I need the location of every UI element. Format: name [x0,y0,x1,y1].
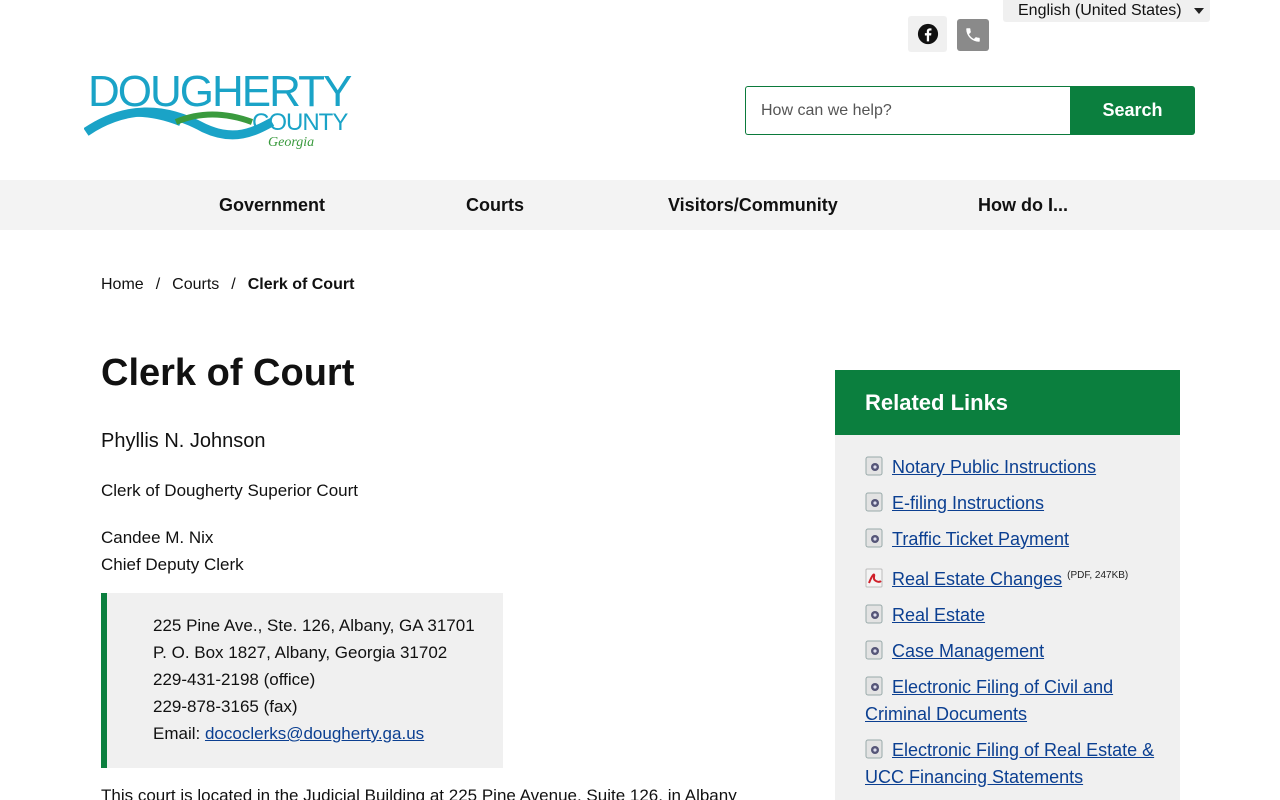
breadcrumb: Home / Courts / Clerk of Court [101,276,354,294]
breadcrumb-separator: / [231,276,236,293]
related-link-item: Real Estate Changes (PDF, 247KB) [865,562,1160,593]
search-input[interactable] [745,86,1070,135]
related-link-notary[interactable]: Notary Public Instructions [892,457,1096,477]
related-link-efiling[interactable]: E-filing Instructions [892,493,1044,513]
fax-number: 229-878-3165 (fax) [153,697,298,716]
related-link-item: Electronic Filing of Civil and Criminal … [865,674,1160,728]
phone-link[interactable] [957,19,989,51]
pdf-icon [865,567,885,589]
related-link-item: Real Estate [865,602,1160,629]
nav-item-courts[interactable]: Courts [466,180,524,230]
breadcrumb-home[interactable]: Home [101,276,144,294]
related-link-item: Traffic Ticket Payment [865,526,1160,553]
facebook-icon [917,23,938,45]
social-links [908,16,989,52]
related-link-real-estate-changes[interactable]: Real Estate Changes [892,569,1062,589]
related-link-item: Case Management [865,638,1160,665]
nav-item-government[interactable]: Government [219,180,325,230]
language-label: English (United States) [1018,2,1182,19]
site-logo[interactable]: DOUGHERTY COUNTY Georgia [83,66,356,152]
email-label: Email: [153,724,205,743]
deputy-role: Chief Deputy Clerk [101,555,244,574]
email-link[interactable]: dococlerks@dougherty.ga.us [205,724,424,743]
nav-item-how-do-i[interactable]: How do I... [978,180,1068,230]
page-title: Clerk of Court [101,352,355,394]
deputy-info: Candee M. Nix Chief Deputy Clerk [101,524,801,578]
main-nav: Government Courts Visitors/Community How… [0,180,1280,230]
link-icon [865,491,885,513]
phone-icon [966,28,980,42]
link-icon [865,527,885,549]
deputy-name: Candee M. Nix [101,528,214,547]
search-bar: Search [745,86,1195,135]
email-line: Email: dococlerks@dougherty.ga.us [153,720,503,747]
caret-down-icon [1193,8,1204,14]
facebook-link[interactable] [908,16,947,52]
breadcrumb-courts[interactable]: Courts [172,276,219,294]
breadcrumb-separator: / [155,276,161,293]
related-link-traffic[interactable]: Traffic Ticket Payment [892,529,1069,549]
main-content: Clerk of Court Phyllis N. Johnson Clerk … [101,350,801,598]
related-links-list: Notary Public Instructions E-filing Inst… [835,435,1180,791]
link-icon [865,675,885,697]
related-link-item: Notary Public Instructions [865,454,1160,481]
file-meta: (PDF, 247KB) [1067,570,1129,581]
related-link-efiling-real-estate-ucc[interactable]: Electronic Filing of Real Estate & UCC F… [865,740,1154,787]
related-links-title: Related Links [835,370,1180,435]
logo-text-county: COUNTY [252,109,348,136]
related-link-item: E-filing Instructions [865,490,1160,517]
clerk-name: Phyllis N. Johnson [101,430,266,452]
nav-item-visitors-community[interactable]: Visitors/Community [668,180,838,230]
related-link-real-estate[interactable]: Real Estate [892,605,985,625]
link-icon [865,639,885,661]
related-link-efiling-civil-criminal[interactable]: Electronic Filing of Civil and Criminal … [865,677,1113,724]
link-icon [865,603,885,625]
address-line-1: 225 Pine Ave., Ste. 126, Albany, GA 3170… [153,616,475,635]
link-icon [865,738,885,760]
logo-text-state: Georgia [268,135,314,150]
office-phone: 229-431-2198 (office) [153,670,316,689]
language-select[interactable]: English (United States) [1003,0,1210,22]
location-paragraph: This court is located in the Judicial Bu… [101,786,737,800]
related-link-case-management[interactable]: Case Management [892,641,1044,661]
related-links-panel: Related Links Notary Public Instructions… [835,370,1180,800]
related-link-item: Electronic Filing of Real Estate & UCC F… [865,737,1160,791]
link-icon [865,455,885,477]
clerk-role: Clerk of Dougherty Superior Court [101,481,359,500]
breadcrumb-current: Clerk of Court [247,276,355,293]
contact-block: 225 Pine Ave., Ste. 126, Albany, GA 3170… [101,593,503,768]
address-line-2: P. O. Box 1827, Albany, Georgia 31702 [153,643,448,662]
search-button[interactable]: Search [1070,86,1195,135]
